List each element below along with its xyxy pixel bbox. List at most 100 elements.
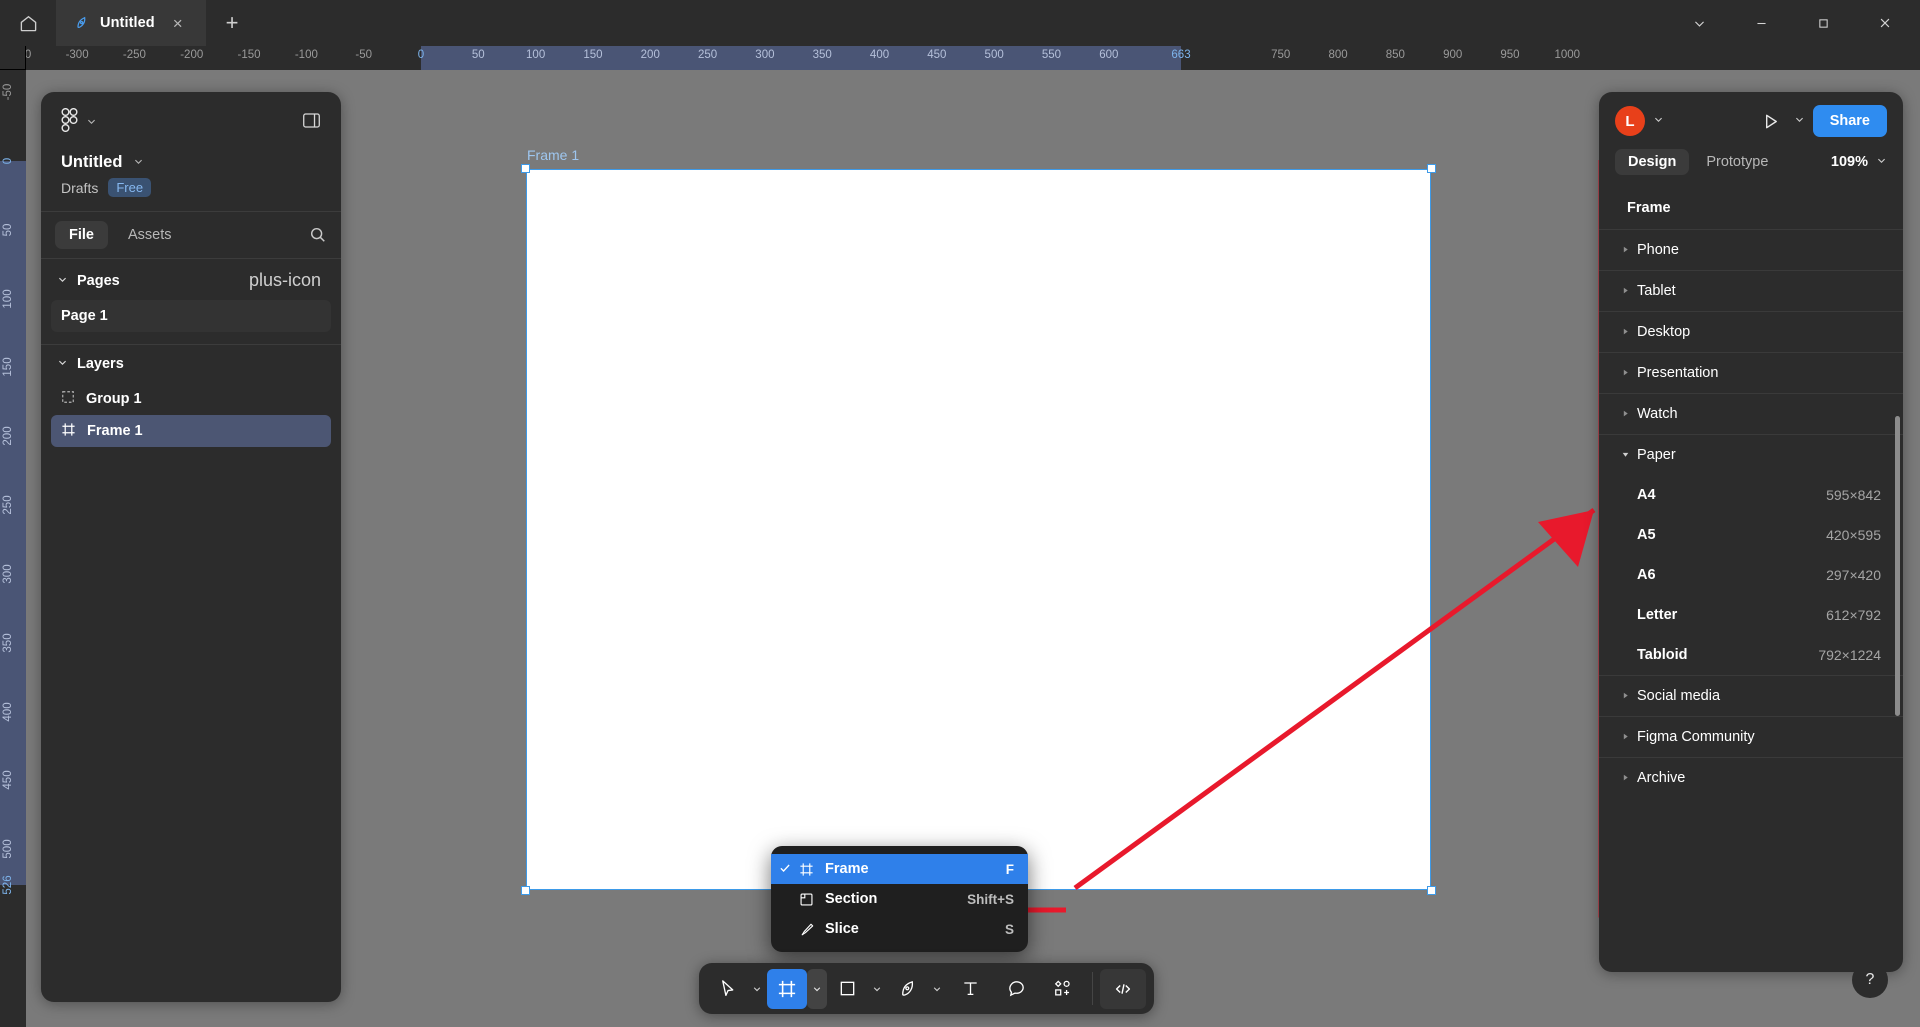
move-tool-caret[interactable] [747,969,767,1009]
comment-icon[interactable] [993,969,1039,1009]
chevron-down-icon[interactable] [1794,114,1805,128]
frame-tool-caret[interactable] [807,968,827,1009]
context-menu-item-section[interactable]: Section Shift+S [771,884,1028,914]
chevron-down-icon[interactable] [57,274,68,288]
frame-label[interactable]: Frame 1 [527,147,579,163]
frame-group-phone[interactable]: Phone [1599,229,1903,270]
frame-group-desktop[interactable]: Desktop [1599,311,1903,352]
context-menu-item-frame[interactable]: Frame F [771,854,1028,884]
preset-a4[interactable]: A4 595×842 [1599,475,1903,515]
chevron-down-icon[interactable] [1621,450,1635,461]
close-icon[interactable]: × [173,15,183,32]
chevron-right-icon[interactable] [1621,409,1635,420]
figma-menu[interactable] [61,107,321,137]
frame-group-archive[interactable]: Archive [1599,757,1903,798]
resize-handle-bl[interactable] [521,886,530,895]
frame-group-watch[interactable]: Watch [1599,393,1903,434]
chevron-right-icon[interactable] [1621,368,1635,379]
resize-handle-br[interactable] [1427,886,1436,895]
tab-file[interactable]: File [55,221,108,249]
pen-icon[interactable] [887,969,927,1009]
figma-logo-icon [61,107,78,137]
scrollbar[interactable] [1895,416,1900,716]
chevron-right-icon[interactable] [1621,327,1635,338]
right-panel-tabs: Design Prototype 109% [1599,146,1903,186]
tab-prototype[interactable]: Prototype [1693,149,1781,175]
preset-letter[interactable]: Letter 612×792 [1599,595,1903,635]
pages-section-header[interactable]: Pages plus-icon [41,259,341,300]
text-icon[interactable] [947,969,993,1009]
frame-group-presentation[interactable]: Presentation [1599,352,1903,393]
plus-icon[interactable]: plus-icon [249,270,321,291]
chevron-right-icon[interactable] [1621,732,1635,743]
plan-badge[interactable]: Free [108,178,152,197]
zoom-control[interactable]: 109% [1831,154,1887,170]
section-icon [799,892,825,907]
new-tab-button[interactable]: + [206,0,258,46]
preset-size: 792×1224 [1818,647,1881,663]
frame-group-paper[interactable]: Paper [1599,434,1903,475]
play-icon[interactable] [1761,112,1780,131]
chevron-right-icon[interactable] [1621,691,1635,702]
preset-a6[interactable]: A6 297×420 [1599,555,1903,595]
minimize-icon[interactable] [1730,0,1792,46]
file-tab[interactable]: Untitled × [56,0,206,46]
horizontal-ruler[interactable]: -350 -300 -250 -200 -150 -100 -50 0 50 100 150 200 2… [26,46,1920,70]
frame-icon [799,862,825,877]
avatar[interactable]: L [1615,106,1645,136]
frame-group-social-media[interactable]: Social media [1599,675,1903,716]
chevron-down-icon[interactable] [1876,155,1887,169]
shape-tool-caret[interactable] [867,969,887,1009]
resize-handle-tl[interactable] [521,164,530,173]
maximize-icon[interactable] [1792,0,1854,46]
code-icon[interactable] [1100,968,1146,1009]
layer-item-frame-1[interactable]: Frame 1 [51,415,331,447]
share-button[interactable]: Share [1812,105,1887,137]
window-close-icon[interactable] [1854,0,1916,46]
panel-layout-icon[interactable] [302,111,321,135]
ruler-tick: 150 [2,357,14,378]
chevron-right-icon[interactable] [1621,773,1635,784]
context-menu-item-slice[interactable]: Slice S [771,914,1028,944]
ruler-tick: 0 [417,49,425,61]
layers-section-header[interactable]: Layers [41,345,341,381]
file-location[interactable]: Drafts [61,180,98,196]
plugins-icon[interactable] [1039,969,1085,1009]
layer-item-group-1[interactable]: Group 1 [51,383,331,415]
frame-presets-list[interactable]: Frame Phone Tablet Desktop Presentation Watc… [1599,186,1903,972]
chevron-right-icon[interactable] [1621,286,1635,297]
chevron-down-icon[interactable] [1653,114,1664,128]
frame-icon[interactable] [767,968,807,1009]
pen-tool-caret[interactable] [927,969,947,1009]
vertical-ruler[interactable]: -50 0 50 100 150 200 250 300 350 400 450 500 526 [0,70,26,1027]
preset-tabloid[interactable]: Tabloid 792×1224 [1599,635,1903,675]
home-icon[interactable] [0,0,56,46]
rectangle-icon[interactable] [827,969,867,1009]
chevron-right-icon[interactable] [1621,245,1635,256]
frame-group-tablet[interactable]: Tablet [1599,270,1903,311]
cursor-icon[interactable] [707,969,747,1009]
ruler-tick: -350 [26,49,32,61]
tab-design[interactable]: Design [1615,149,1690,175]
chevron-down-icon[interactable] [86,116,97,130]
chevron-down-icon[interactable] [133,156,144,170]
frame-1-artboard[interactable] [521,164,1436,895]
left-sidebar: Untitled Drafts Free File Assets Pages p… [41,92,341,1002]
resize-handle-tr[interactable] [1427,164,1436,173]
search-icon[interactable] [309,226,327,244]
frame-group-figma-community[interactable]: Figma Community [1599,716,1903,757]
ruler-tick: 300 [755,49,775,61]
ruler-tick: 50 [471,49,485,61]
ruler-tick: 200 [2,426,14,446]
context-menu-shortcut: S [1004,921,1014,937]
layer-label: Frame 1 [87,423,143,439]
help-button[interactable]: ? [1852,962,1888,998]
chevron-down-icon[interactable] [1668,0,1730,46]
preset-a5[interactable]: A5 420×595 [1599,515,1903,555]
file-name-row[interactable]: Untitled [61,153,321,172]
tab-assets[interactable]: Assets [114,221,186,249]
page-item-page-1[interactable]: Page 1 [51,300,331,332]
chevron-down-icon[interactable] [57,357,68,371]
ruler-tick: 450 [2,770,14,790]
ruler-tick: 800 [1328,49,1348,61]
